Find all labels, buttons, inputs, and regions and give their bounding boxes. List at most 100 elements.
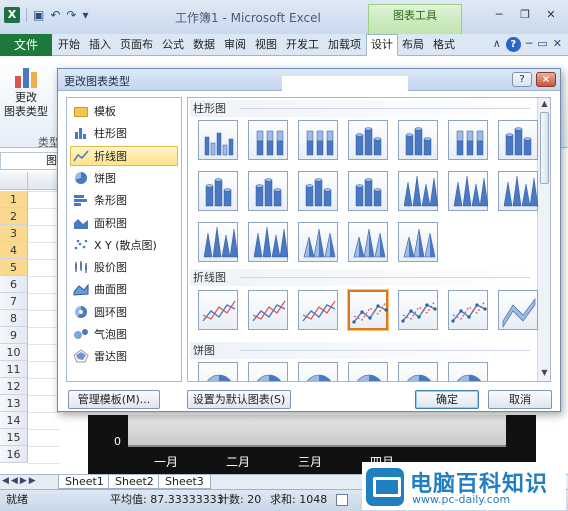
ribbon-tab[interactable]: 数据 [189,34,220,56]
chart-category-item[interactable]: 面积图 [70,213,178,233]
column-subtype-thumb[interactable] [398,171,439,211]
row-header[interactable]: 1 [0,191,28,208]
row-header[interactable]: 6 [0,276,28,293]
column-subtype-thumb[interactable] [498,171,539,211]
ribbon-tab[interactable]: 加载项 [324,34,366,56]
chart-category-item[interactable]: 雷达图 [70,346,178,366]
line-subtype-thumb[interactable] [198,290,238,330]
line-subtype-thumb[interactable] [498,290,538,330]
row-header[interactable]: 8 [0,310,28,327]
column-subtype-thumb[interactable] [348,222,388,262]
sheet-tab[interactable]: Sheet3 [158,475,211,489]
restore-icon[interactable]: ❐ [514,6,536,24]
column-subtype-thumb[interactable] [198,222,239,262]
select-all-corner[interactable] [0,172,28,190]
doc-restore-icon[interactable]: ▭ [537,37,547,52]
row-header[interactable]: 15 [0,429,28,446]
row-header[interactable]: 13 [0,395,28,412]
sheet-tab[interactable]: Sheet1 [58,475,111,489]
pie-subtype-thumb[interactable] [198,362,238,381]
gallery-scrollbar[interactable]: ▲ ▼ [537,98,550,381]
scroll-up-icon[interactable]: ▲ [539,99,550,111]
column-subtype-thumb[interactable] [298,171,338,211]
dialog-close-button[interactable]: × [536,72,556,87]
column-subtype-thumb[interactable] [248,222,289,262]
row-header[interactable]: 9 [0,327,28,344]
undo-icon[interactable]: ↶ [50,7,60,23]
change-chart-type-button[interactable]: 更改 图表类型 [4,62,48,119]
column-subtype-thumb[interactable] [248,120,288,160]
ribbon-tab[interactable]: 插入 [85,34,116,56]
pie-subtype-thumb[interactable] [448,362,488,381]
line-subtype-thumb[interactable] [448,290,488,330]
manage-templates-button[interactable]: 管理模板(M)... [68,390,160,409]
ribbon-tab[interactable]: 布局 [398,34,429,56]
doc-minimize-icon[interactable]: ─ [526,37,533,52]
column-subtype-thumb[interactable] [348,120,388,160]
ribbon-tab[interactable]: 设计 [366,34,398,56]
sheet-tab[interactable]: Sheet2 [108,475,161,489]
ribbon-tab[interactable]: 开发工 [282,34,324,56]
scroll-thumb[interactable] [540,112,549,184]
ribbon-tab[interactable]: 公式 [158,34,189,56]
column-subtype-thumb[interactable] [298,222,338,262]
line-subtype-thumb[interactable] [298,290,338,330]
column-subtype-thumb[interactable] [398,120,438,160]
doc-close-icon[interactable]: ✕ [553,37,562,52]
column-subtype-thumb[interactable] [398,222,438,262]
row-header[interactable]: 11 [0,361,28,378]
row-header[interactable]: 4 [0,242,28,259]
excel-logo-icon[interactable]: X [4,7,20,23]
chart-category-item[interactable]: 气泡图 [70,324,178,344]
minimize-ribbon-icon[interactable]: ∧ [493,37,501,52]
dialog-help-button[interactable]: ? [512,72,532,87]
chart-category-item[interactable]: 曲面图 [70,279,178,299]
row-header[interactable]: 5 [0,259,28,276]
line-subtype-thumb[interactable] [248,290,288,330]
chart-category-item[interactable]: X Y (散点图) [70,235,178,255]
row-header[interactable]: 7 [0,293,28,310]
column-subtype-thumb[interactable] [448,120,488,160]
chart-category-item[interactable]: 条形图 [70,190,178,210]
ribbon-tab[interactable]: 页面布 [116,34,158,56]
file-tab[interactable]: 文件 [0,34,52,56]
chart-category-item[interactable]: 圆环图 [70,302,178,322]
ribbon-tab[interactable]: 格式 [429,34,460,56]
row-header[interactable]: 12 [0,378,28,395]
line-subtype-thumb[interactable] [398,290,438,330]
scroll-down-icon[interactable]: ▼ [539,368,550,380]
help-icon[interactable]: ? [505,37,521,52]
row-header[interactable]: 10 [0,344,28,361]
column-subtype-thumb[interactable] [498,120,538,160]
line-subtype-thumb[interactable] [347,289,389,331]
chart-category-item[interactable]: 柱形图 [70,123,178,143]
ribbon-tab[interactable]: 开始 [54,34,85,56]
sheet-nav-arrows-icon[interactable]: ◀◀▶▶ [2,476,38,486]
customize-qat-icon[interactable]: ▾ [82,7,88,23]
pie-subtype-thumb[interactable] [298,362,338,381]
chart-category-item[interactable]: 饼图 [70,168,178,188]
column-subtype-thumb[interactable] [448,171,489,211]
row-header[interactable]: 3 [0,225,28,242]
set-default-chart-button[interactable]: 设置为默认图表(S) [187,390,291,409]
save-icon[interactable]: ▣ [33,7,44,23]
column-subtype-thumb[interactable] [198,120,238,160]
ribbon-tab[interactable]: 视图 [251,34,282,56]
normal-view-icon[interactable] [336,494,348,506]
pie-subtype-thumb[interactable] [398,362,438,381]
column-subtype-thumb[interactable] [298,120,338,160]
row-header[interactable]: 14 [0,412,28,429]
ok-button[interactable]: 确定 [415,390,479,409]
column-subtype-thumb[interactable] [248,171,288,211]
chart-category-item[interactable]: 股价图 [70,257,178,277]
minimize-icon[interactable]: ─ [488,6,510,24]
column-subtype-thumb[interactable] [348,171,388,211]
ribbon-tab[interactable]: 审阅 [220,34,251,56]
redo-icon[interactable]: ↷ [66,7,76,23]
cell-grid[interactable] [28,191,60,481]
name-box[interactable]: 图 [0,152,60,170]
cancel-button[interactable]: 取消 [488,390,552,409]
chart-category-item[interactable]: 模板 [70,101,178,121]
pie-subtype-thumb[interactable] [248,362,288,381]
row-header[interactable]: 2 [0,208,28,225]
